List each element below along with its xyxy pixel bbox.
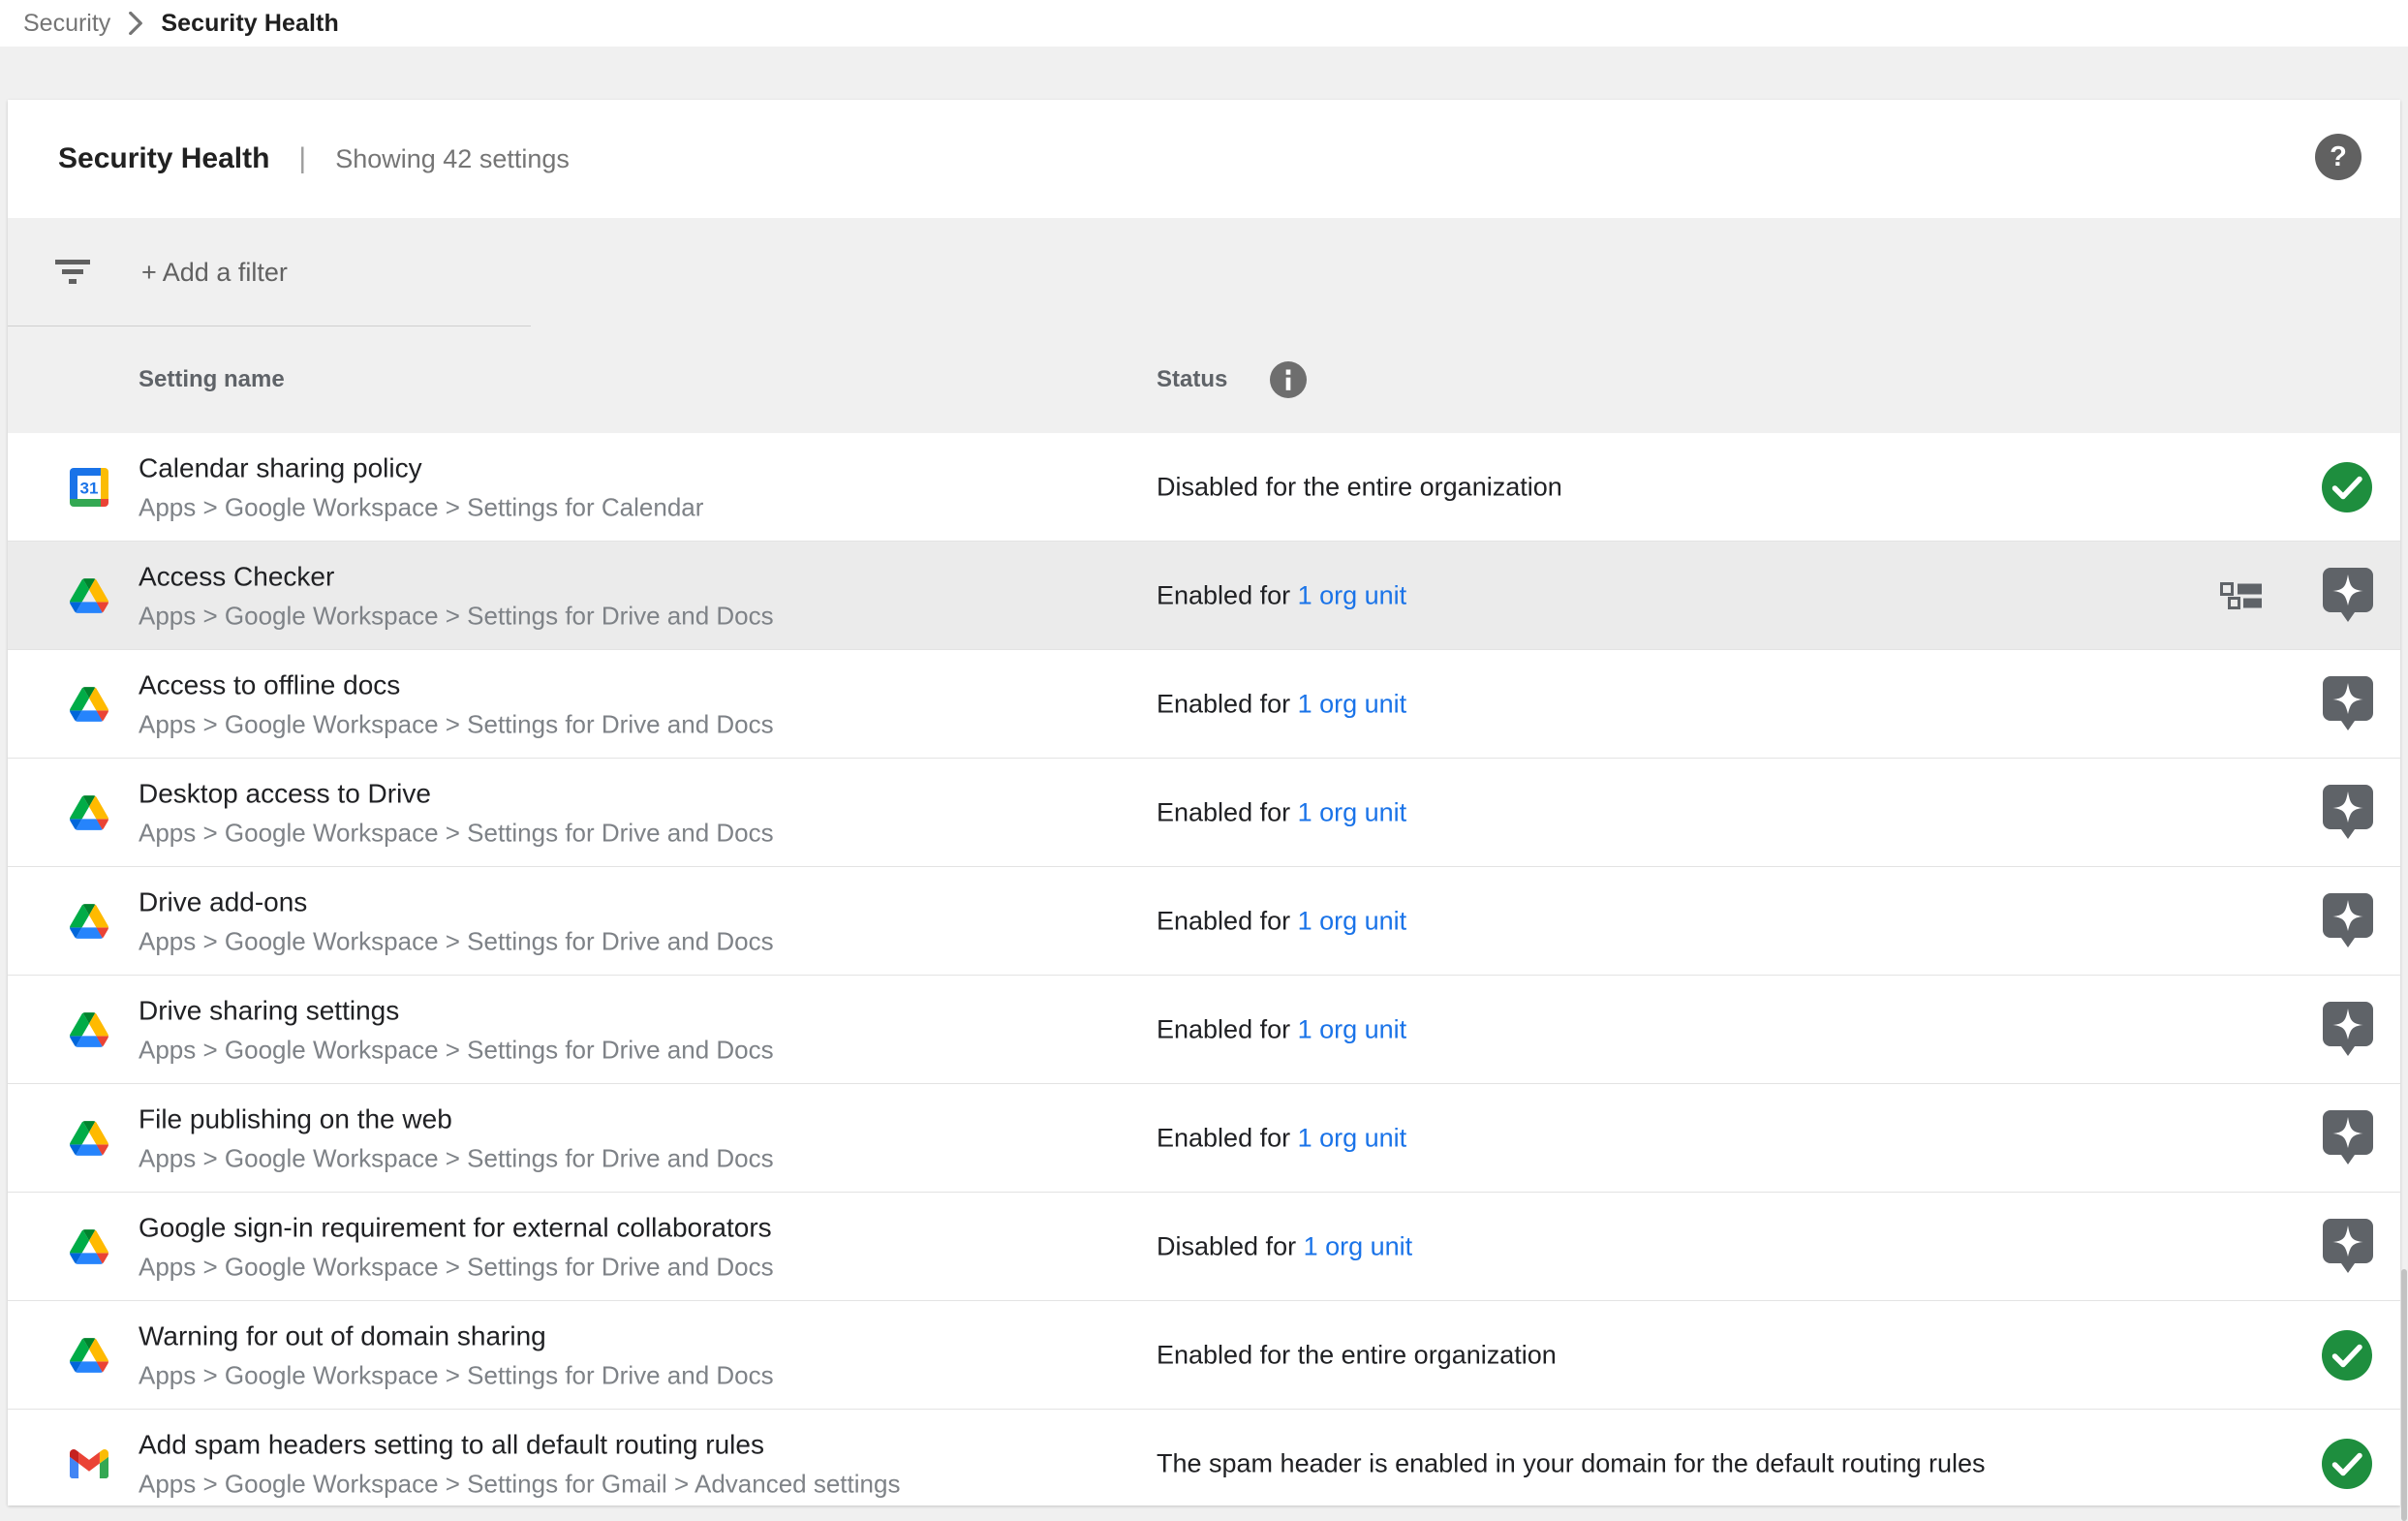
setting-path: Apps > Google Workspace > Settings for D… [139, 820, 774, 845]
status-text: Enabled for 1 org unit [1157, 906, 1406, 936]
setting-path: Apps > Google Workspace > Settings for D… [139, 928, 774, 953]
table-row[interactable]: 31 Access Checker Apps > Goog [8, 542, 2400, 650]
recommendation-badge-icon[interactable] [2323, 1219, 2373, 1275]
setting-path: Apps > Google Workspace > Settings for D… [139, 1037, 774, 1062]
breadcrumb: Security Security Health [0, 0, 2408, 47]
table-row[interactable]: 31 File publishing on the web [8, 1084, 2400, 1193]
drive-icon [70, 1229, 108, 1264]
recommendation-badge-icon[interactable] [2323, 1002, 2373, 1058]
status-text: Disabled for the entire organization [1157, 472, 1562, 502]
org-unit-link[interactable]: 1 org unit [1298, 797, 1407, 826]
setting-title: Desktop access to Drive [139, 780, 774, 807]
status-prefix: Enabled for the entire organization [1157, 1340, 1557, 1369]
org-unit-link[interactable]: 1 org unit [1298, 580, 1407, 609]
status-text: Enabled for 1 org unit [1157, 1014, 1406, 1044]
table-row[interactable]: 31 Warning for out of domain sharin [8, 1301, 2400, 1410]
setting-title: Add spam headers setting to all default … [139, 1431, 900, 1458]
recommendation-badge-icon[interactable] [2323, 893, 2373, 949]
add-filter-button[interactable]: + Add a filter [141, 258, 288, 288]
status-check-icon [2321, 1329, 2373, 1381]
drive-icon [70, 1012, 108, 1047]
table-row[interactable]: 31 Calendar sharing policy Ap [8, 433, 2400, 542]
recommendation-badge-icon[interactable] [2323, 785, 2373, 841]
recommendation-badge-icon[interactable] [2323, 568, 2373, 624]
status-text: Disabled for 1 org unit [1157, 1231, 1412, 1261]
status-prefix: Disabled for the entire organization [1157, 472, 1562, 501]
status-text: Enabled for 1 org unit [1157, 797, 1406, 827]
status-check-icon [2321, 1438, 2373, 1490]
drive-icon [70, 1338, 108, 1373]
status-prefix: Enabled for [1157, 906, 1298, 935]
status-text: Enabled for 1 org unit [1157, 580, 1406, 610]
setting-path: Apps > Google Workspace > Settings for G… [139, 1471, 900, 1496]
org-unit-link[interactable]: 1 org unit [1298, 1123, 1407, 1152]
settings-count: Showing 42 settings [335, 144, 570, 174]
status-prefix: Enabled for [1157, 1014, 1298, 1043]
org-unit-link[interactable]: 1 org unit [1298, 906, 1407, 935]
status-text: The spam header is enabled in your domai… [1157, 1448, 1986, 1478]
status-prefix: Disabled for [1157, 1231, 1304, 1260]
column-header-setting-name: Setting name [139, 366, 285, 393]
drive-icon [70, 795, 108, 830]
recommendation-badge-icon[interactable] [2323, 676, 2373, 732]
table-row[interactable]: 31 Drive add-ons Apps > Googl [8, 867, 2400, 976]
status-prefix: The spam header is enabled in your domai… [1157, 1448, 1986, 1477]
table-row[interactable]: 31 Add spam headers setting to all [8, 1410, 2400, 1505]
org-unit-link[interactable]: 1 org unit [1304, 1231, 1413, 1260]
table-row[interactable]: 31 Google sign-in requirement for e [8, 1193, 2400, 1301]
filter-list-icon [54, 259, 91, 291]
org-unit-link[interactable]: 1 org unit [1298, 689, 1407, 718]
title-divider: | [298, 142, 306, 175]
svg-text:31: 31 [80, 479, 99, 497]
org-units-list-icon[interactable] [2220, 582, 2265, 609]
table-header: Setting name Status [8, 326, 2400, 433]
setting-path: Apps > Google Workspace > Settings for D… [139, 1145, 774, 1170]
info-icon[interactable] [1270, 361, 1307, 398]
status-text: Enabled for 1 org unit [1157, 689, 1406, 719]
status-text: Enabled for the entire organization [1157, 1340, 1557, 1370]
setting-path: Apps > Google Workspace > Settings for C… [139, 494, 703, 519]
filter-bar: + Add a filter [8, 218, 2400, 326]
column-header-status: Status [1157, 366, 1227, 393]
setting-path: Apps > Google Workspace > Settings for D… [139, 1254, 774, 1279]
scrollbar-thumb[interactable] [2401, 1269, 2407, 1521]
breadcrumb-current: Security Health [161, 10, 339, 38]
status-prefix: Enabled for [1157, 580, 1298, 609]
status-prefix: Enabled for [1157, 797, 1298, 826]
setting-title: Access Checker [139, 563, 774, 590]
settings-table-body: 31 Calendar sharing policy Ap [8, 433, 2400, 1505]
page-title: Security Health [58, 142, 269, 175]
setting-title: File publishing on the web [139, 1105, 774, 1133]
setting-title: Access to offline docs [139, 671, 774, 698]
setting-path: Apps > Google Workspace > Settings for D… [139, 603, 774, 628]
recommendation-badge-icon[interactable] [2323, 1110, 2373, 1166]
setting-title: Calendar sharing policy [139, 454, 703, 481]
card-header: Security Health | Showing 42 settings ? [8, 100, 2400, 218]
setting-path: Apps > Google Workspace > Settings for D… [139, 1362, 774, 1387]
setting-title: Drive add-ons [139, 888, 774, 916]
drive-icon [70, 1121, 108, 1156]
table-row[interactable]: 31 Access to offline docs App [8, 650, 2400, 759]
gmail-icon [70, 1449, 108, 1478]
setting-title: Warning for out of domain sharing [139, 1322, 774, 1350]
setting-path: Apps > Google Workspace > Settings for D… [139, 711, 774, 736]
question-mark-icon: ? [2330, 141, 2347, 173]
table-row[interactable]: 31 Desktop access to Drive Ap [8, 759, 2400, 867]
status-text: Enabled for 1 org unit [1157, 1123, 1406, 1153]
security-health-card: Security Health | Showing 42 settings ? … [8, 100, 2400, 1505]
breadcrumb-link-security[interactable]: Security [23, 10, 110, 38]
status-check-icon [2321, 461, 2373, 513]
org-unit-link[interactable]: 1 org unit [1298, 1014, 1407, 1043]
drive-icon [70, 904, 108, 939]
chevron-right-icon [128, 12, 143, 35]
table-row[interactable]: 31 Drive sharing settings App [8, 976, 2400, 1084]
status-prefix: Enabled for [1157, 689, 1298, 718]
calendar-icon: 31 [70, 468, 108, 507]
drive-icon [70, 687, 108, 722]
help-button[interactable]: ? [2315, 134, 2362, 180]
setting-title: Google sign-in requirement for external … [139, 1214, 774, 1241]
setting-title: Drive sharing settings [139, 997, 774, 1024]
status-prefix: Enabled for [1157, 1123, 1298, 1152]
drive-icon [70, 578, 108, 613]
